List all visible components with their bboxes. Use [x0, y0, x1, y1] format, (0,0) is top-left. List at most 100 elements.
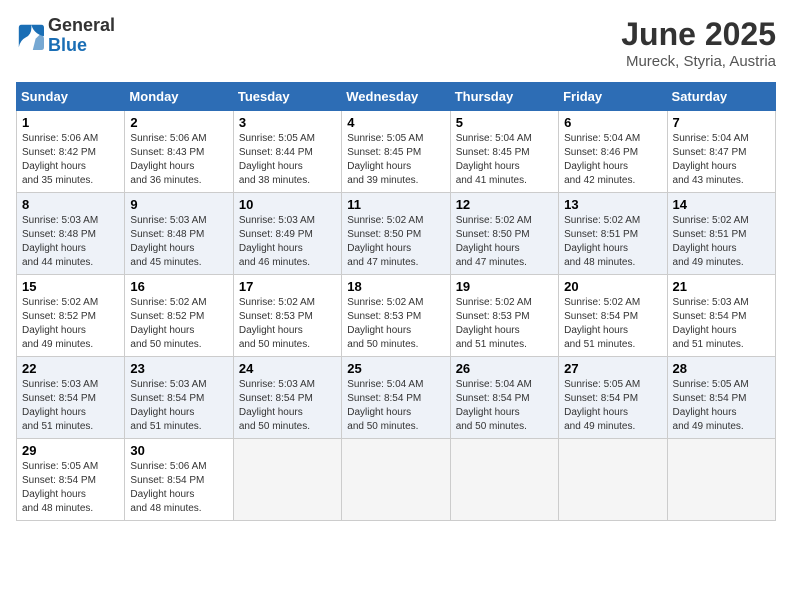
- day-info: Sunrise: 5:02 AM Sunset: 8:53 PM Dayligh…: [347, 296, 444, 352]
- col-wednesday: Wednesday: [342, 83, 450, 111]
- day-number: 17: [239, 279, 336, 294]
- day-cell: 11 Sunrise: 5:02 AM Sunset: 8:50 PM Dayl…: [342, 193, 450, 275]
- day-cell: 20 Sunrise: 5:02 AM Sunset: 8:54 PM Dayl…: [559, 275, 667, 357]
- day-cell: 8 Sunrise: 5:03 AM Sunset: 8:48 PM Dayli…: [17, 193, 125, 275]
- day-info: Sunrise: 5:03 AM Sunset: 8:48 PM Dayligh…: [130, 214, 227, 270]
- day-info: Sunrise: 5:02 AM Sunset: 8:51 PM Dayligh…: [564, 214, 661, 270]
- day-info: Sunrise: 5:03 AM Sunset: 8:54 PM Dayligh…: [22, 378, 119, 434]
- col-monday: Monday: [125, 83, 233, 111]
- day-number: 11: [347, 197, 444, 212]
- calendar-subtitle: Mureck, Styria, Austria: [621, 53, 776, 70]
- day-info: Sunrise: 5:05 AM Sunset: 8:54 PM Dayligh…: [22, 460, 119, 516]
- day-cell: 18 Sunrise: 5:02 AM Sunset: 8:53 PM Dayl…: [342, 275, 450, 357]
- day-info: Sunrise: 5:02 AM Sunset: 8:53 PM Dayligh…: [456, 296, 553, 352]
- day-number: 13: [564, 197, 661, 212]
- day-info: Sunrise: 5:05 AM Sunset: 8:44 PM Dayligh…: [239, 132, 336, 188]
- day-info: Sunrise: 5:03 AM Sunset: 8:49 PM Dayligh…: [239, 214, 336, 270]
- logo: General Blue: [16, 16, 115, 56]
- day-cell: 30 Sunrise: 5:06 AM Sunset: 8:54 PM Dayl…: [125, 439, 233, 521]
- day-cell: 9 Sunrise: 5:03 AM Sunset: 8:48 PM Dayli…: [125, 193, 233, 275]
- day-info: Sunrise: 5:02 AM Sunset: 8:54 PM Dayligh…: [564, 296, 661, 352]
- day-info: Sunrise: 5:02 AM Sunset: 8:50 PM Dayligh…: [347, 214, 444, 270]
- day-number: 15: [22, 279, 119, 294]
- day-number: 18: [347, 279, 444, 294]
- day-info: Sunrise: 5:06 AM Sunset: 8:42 PM Dayligh…: [22, 132, 119, 188]
- day-cell: 4 Sunrise: 5:05 AM Sunset: 8:45 PM Dayli…: [342, 111, 450, 193]
- day-cell: 23 Sunrise: 5:03 AM Sunset: 8:54 PM Dayl…: [125, 357, 233, 439]
- day-cell: 12 Sunrise: 5:02 AM Sunset: 8:50 PM Dayl…: [450, 193, 558, 275]
- day-info: Sunrise: 5:03 AM Sunset: 8:54 PM Dayligh…: [673, 296, 770, 352]
- day-number: 25: [347, 361, 444, 376]
- day-number: 7: [673, 115, 770, 130]
- day-info: Sunrise: 5:06 AM Sunset: 8:43 PM Dayligh…: [130, 132, 227, 188]
- col-tuesday: Tuesday: [233, 83, 341, 111]
- day-cell: 14 Sunrise: 5:02 AM Sunset: 8:51 PM Dayl…: [667, 193, 775, 275]
- col-saturday: Saturday: [667, 83, 775, 111]
- day-info: Sunrise: 5:02 AM Sunset: 8:51 PM Dayligh…: [673, 214, 770, 270]
- logo-text: General Blue: [48, 16, 115, 56]
- empty-cell: [667, 439, 775, 521]
- calendar-week-row: 22 Sunrise: 5:03 AM Sunset: 8:54 PM Dayl…: [17, 357, 776, 439]
- day-number: 29: [22, 443, 119, 458]
- day-number: 21: [673, 279, 770, 294]
- calendar-week-row: 8 Sunrise: 5:03 AM Sunset: 8:48 PM Dayli…: [17, 193, 776, 275]
- day-info: Sunrise: 5:03 AM Sunset: 8:54 PM Dayligh…: [130, 378, 227, 434]
- day-cell: 7 Sunrise: 5:04 AM Sunset: 8:47 PM Dayli…: [667, 111, 775, 193]
- day-cell: 10 Sunrise: 5:03 AM Sunset: 8:49 PM Dayl…: [233, 193, 341, 275]
- empty-cell: [342, 439, 450, 521]
- day-info: Sunrise: 5:05 AM Sunset: 8:54 PM Dayligh…: [673, 378, 770, 434]
- title-area: June 2025 Mureck, Styria, Austria: [621, 16, 776, 70]
- calendar-table: Sunday Monday Tuesday Wednesday Thursday…: [16, 82, 776, 521]
- day-info: Sunrise: 5:02 AM Sunset: 8:52 PM Dayligh…: [130, 296, 227, 352]
- day-number: 3: [239, 115, 336, 130]
- day-number: 5: [456, 115, 553, 130]
- day-cell: 26 Sunrise: 5:04 AM Sunset: 8:54 PM Dayl…: [450, 357, 558, 439]
- day-number: 19: [456, 279, 553, 294]
- empty-cell: [233, 439, 341, 521]
- day-info: Sunrise: 5:05 AM Sunset: 8:54 PM Dayligh…: [564, 378, 661, 434]
- day-info: Sunrise: 5:02 AM Sunset: 8:53 PM Dayligh…: [239, 296, 336, 352]
- day-cell: 25 Sunrise: 5:04 AM Sunset: 8:54 PM Dayl…: [342, 357, 450, 439]
- day-cell: 13 Sunrise: 5:02 AM Sunset: 8:51 PM Dayl…: [559, 193, 667, 275]
- day-cell: 17 Sunrise: 5:02 AM Sunset: 8:53 PM Dayl…: [233, 275, 341, 357]
- day-cell: 29 Sunrise: 5:05 AM Sunset: 8:54 PM Dayl…: [17, 439, 125, 521]
- day-number: 14: [673, 197, 770, 212]
- day-info: Sunrise: 5:04 AM Sunset: 8:45 PM Dayligh…: [456, 132, 553, 188]
- day-cell: 27 Sunrise: 5:05 AM Sunset: 8:54 PM Dayl…: [559, 357, 667, 439]
- day-info: Sunrise: 5:02 AM Sunset: 8:52 PM Dayligh…: [22, 296, 119, 352]
- day-info: Sunrise: 5:04 AM Sunset: 8:47 PM Dayligh…: [673, 132, 770, 188]
- empty-cell: [559, 439, 667, 521]
- day-info: Sunrise: 5:05 AM Sunset: 8:45 PM Dayligh…: [347, 132, 444, 188]
- day-cell: 5 Sunrise: 5:04 AM Sunset: 8:45 PM Dayli…: [450, 111, 558, 193]
- day-number: 4: [347, 115, 444, 130]
- day-info: Sunrise: 5:04 AM Sunset: 8:46 PM Dayligh…: [564, 132, 661, 188]
- logo-icon: [16, 22, 44, 50]
- day-number: 16: [130, 279, 227, 294]
- day-number: 10: [239, 197, 336, 212]
- empty-cell: [450, 439, 558, 521]
- day-number: 30: [130, 443, 227, 458]
- col-thursday: Thursday: [450, 83, 558, 111]
- day-cell: 22 Sunrise: 5:03 AM Sunset: 8:54 PM Dayl…: [17, 357, 125, 439]
- day-cell: 6 Sunrise: 5:04 AM Sunset: 8:46 PM Dayli…: [559, 111, 667, 193]
- day-number: 28: [673, 361, 770, 376]
- calendar-title: June 2025: [621, 16, 776, 53]
- day-number: 12: [456, 197, 553, 212]
- page-header: General Blue June 2025 Mureck, Styria, A…: [16, 16, 776, 70]
- day-cell: 21 Sunrise: 5:03 AM Sunset: 8:54 PM Dayl…: [667, 275, 775, 357]
- day-cell: 1 Sunrise: 5:06 AM Sunset: 8:42 PM Dayli…: [17, 111, 125, 193]
- day-info: Sunrise: 5:04 AM Sunset: 8:54 PM Dayligh…: [347, 378, 444, 434]
- day-number: 2: [130, 115, 227, 130]
- day-info: Sunrise: 5:02 AM Sunset: 8:50 PM Dayligh…: [456, 214, 553, 270]
- calendar-week-row: 1 Sunrise: 5:06 AM Sunset: 8:42 PM Dayli…: [17, 111, 776, 193]
- day-number: 6: [564, 115, 661, 130]
- day-cell: 3 Sunrise: 5:05 AM Sunset: 8:44 PM Dayli…: [233, 111, 341, 193]
- day-info: Sunrise: 5:06 AM Sunset: 8:54 PM Dayligh…: [130, 460, 227, 516]
- day-cell: 24 Sunrise: 5:03 AM Sunset: 8:54 PM Dayl…: [233, 357, 341, 439]
- day-number: 1: [22, 115, 119, 130]
- day-info: Sunrise: 5:03 AM Sunset: 8:54 PM Dayligh…: [239, 378, 336, 434]
- calendar-week-row: 29 Sunrise: 5:05 AM Sunset: 8:54 PM Dayl…: [17, 439, 776, 521]
- day-number: 24: [239, 361, 336, 376]
- day-number: 9: [130, 197, 227, 212]
- day-info: Sunrise: 5:03 AM Sunset: 8:48 PM Dayligh…: [22, 214, 119, 270]
